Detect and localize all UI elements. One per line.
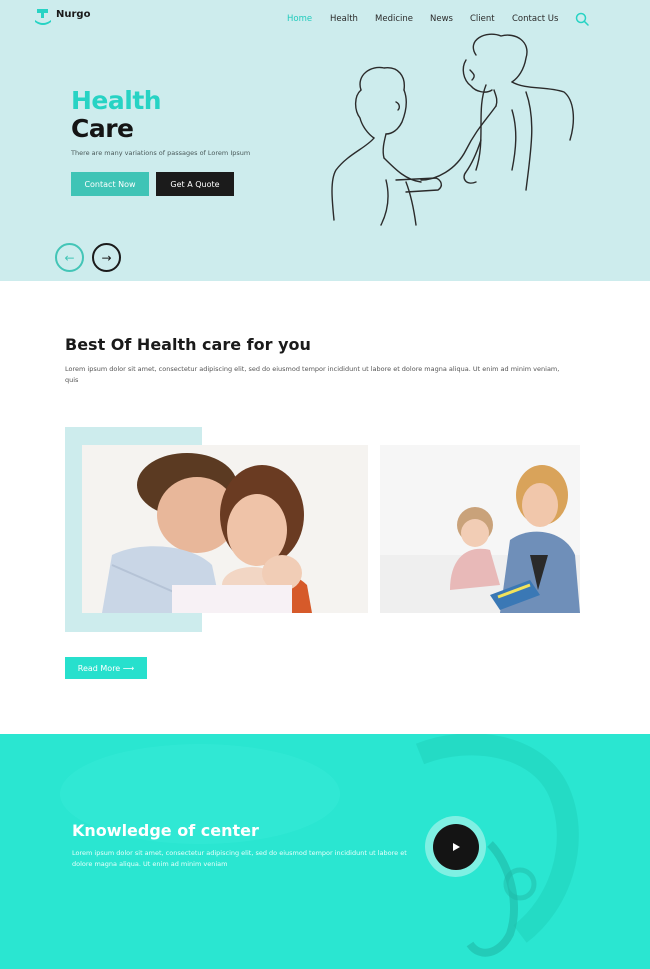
knowledge-text: Lorem ipsum dolor sit amet, consectetur …	[72, 849, 407, 868]
play-icon	[452, 842, 460, 851]
arrow-left-icon: ←	[64, 250, 75, 265]
hero-bottom-edge	[0, 281, 650, 311]
nav-item-medicine[interactable]: Medicine	[375, 14, 413, 24]
hero-title-care: Care	[71, 114, 134, 143]
knowledge-title: Knowledge of center	[72, 821, 259, 840]
hero-section: Nurgo Home Health Medicine News Client C…	[0, 0, 650, 296]
nav-item-client[interactable]: Client	[470, 14, 495, 24]
contact-now-button[interactable]: Contact Now	[71, 172, 149, 196]
read-more-button[interactable]: Read More ⟶	[65, 657, 147, 679]
hero-subtitle: There are many variations of passages of…	[71, 149, 251, 157]
nav-item-home[interactable]: Home	[287, 14, 312, 24]
arrow-right-icon: →	[101, 250, 112, 265]
nav-item-contact-us[interactable]: Contact Us	[512, 14, 558, 24]
logo-icon	[35, 9, 51, 25]
doctor-patient-sketch	[331, 33, 575, 226]
slider-next-button[interactable]: →	[92, 243, 121, 272]
play-button-inner	[432, 823, 479, 870]
mother-child-photo	[380, 445, 580, 613]
hero-title-health: Health	[71, 86, 162, 115]
nav-item-health[interactable]: Health	[330, 14, 358, 24]
logo[interactable]: Nurgo	[34, 8, 90, 26]
care-section-title: Best Of Health care for you	[65, 335, 311, 354]
get-a-quote-button[interactable]: Get A Quote	[156, 172, 234, 196]
search-icon[interactable]	[575, 12, 589, 26]
nav-item-news[interactable]: News	[430, 14, 453, 24]
play-video-button[interactable]	[425, 816, 486, 877]
care-section-text: Lorem ipsum dolor sit amet, consectetur …	[65, 365, 560, 384]
family-photo	[82, 445, 368, 613]
logo-text: Nurgo	[56, 8, 91, 20]
slider-prev-button[interactable]: ←	[55, 243, 84, 272]
